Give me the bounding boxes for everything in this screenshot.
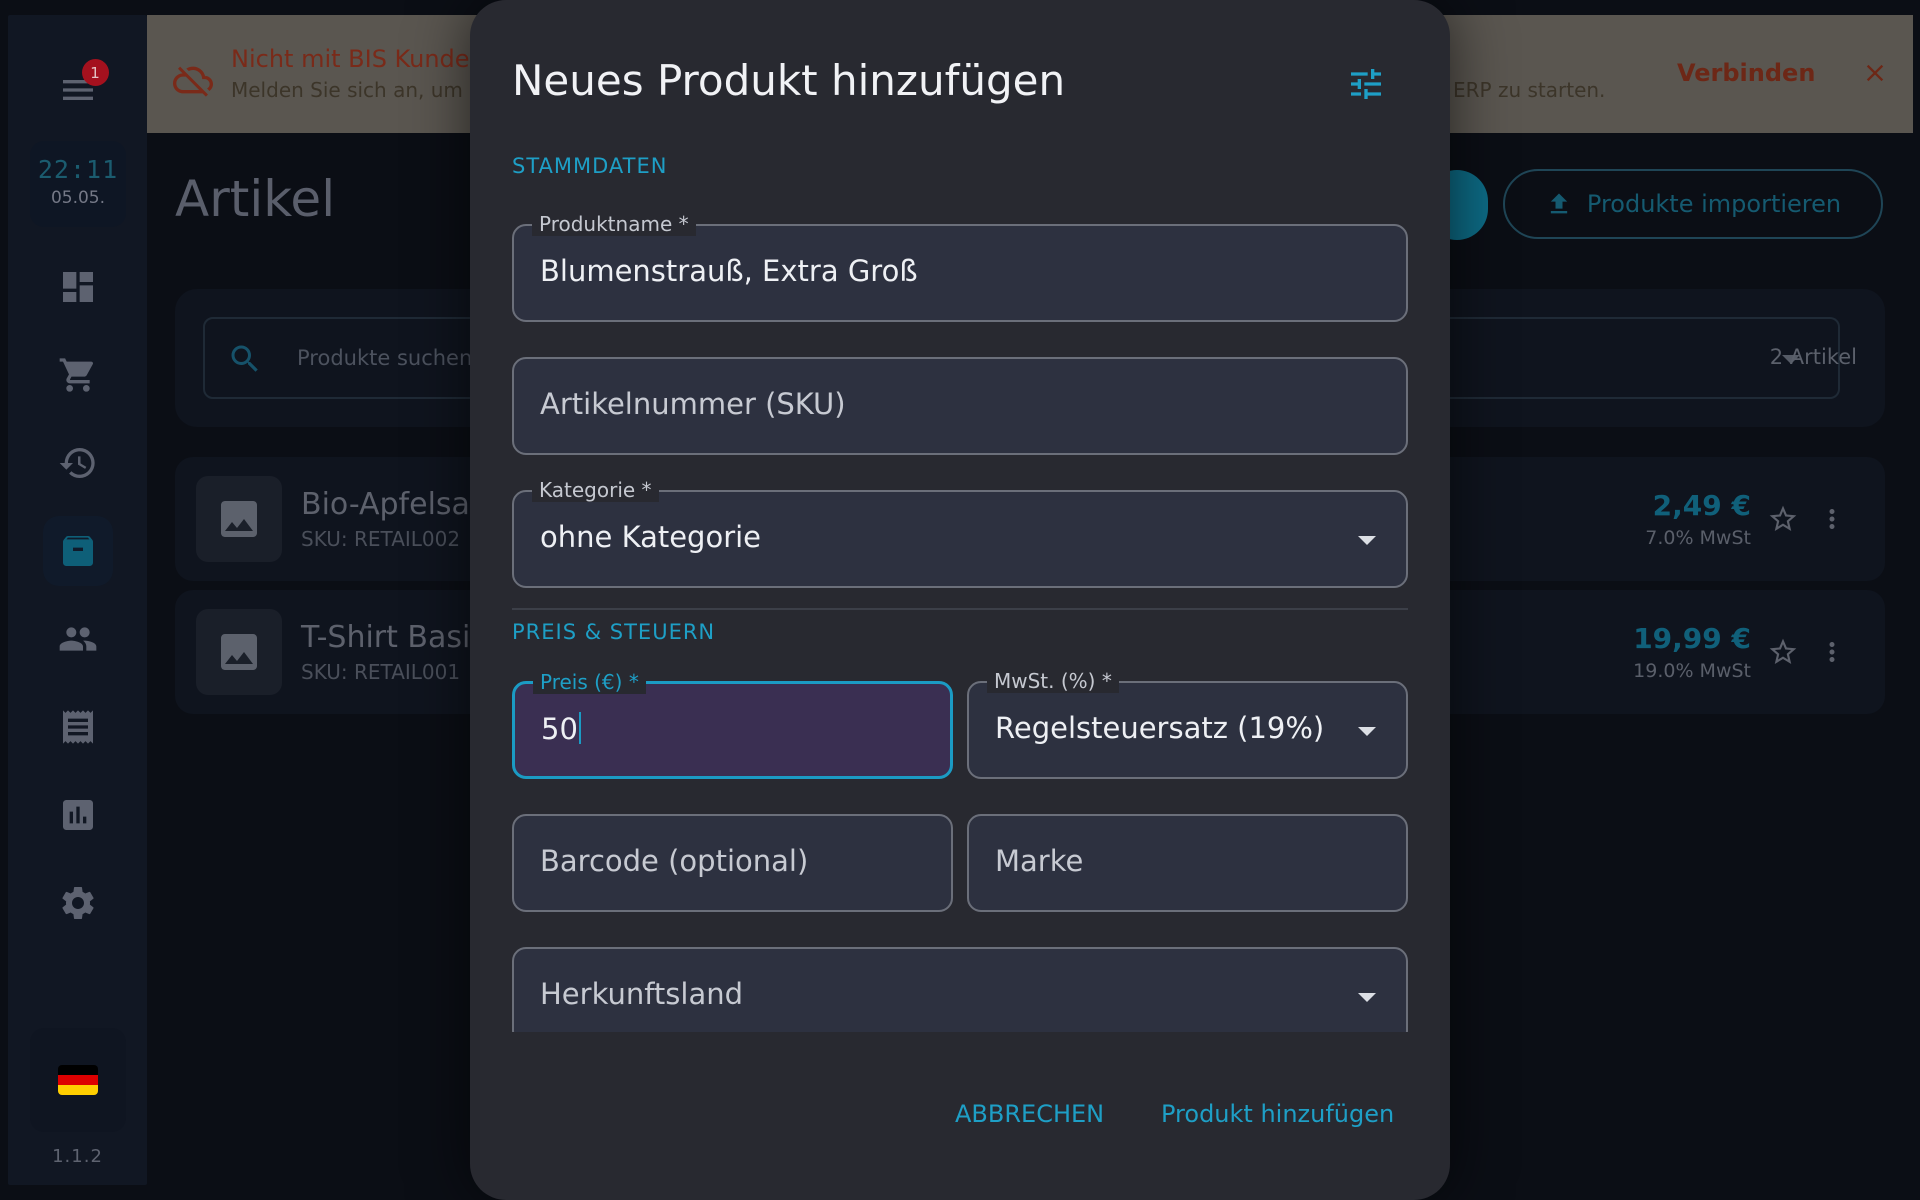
chart-icon <box>62 800 93 830</box>
sidebar-item-sales[interactable] <box>43 340 113 410</box>
dropdown-arrow-icon <box>1358 727 1376 736</box>
origin-country-select[interactable]: Herkunftsland <box>512 947 1408 1045</box>
close-icon[interactable] <box>1861 59 1889 87</box>
product-thumbnail <box>196 609 282 695</box>
dialog-title: Neues Produkt hinzufügen <box>512 56 1066 105</box>
price-value: 50 <box>541 712 578 746</box>
sidebar-item-settings[interactable] <box>43 868 113 938</box>
barcode-field[interactable]: Barcode (optional) <box>512 814 953 912</box>
image-icon <box>221 501 257 537</box>
more-vert-icon[interactable] <box>1817 503 1847 535</box>
vat-label: MwSt. (%) * <box>987 669 1119 693</box>
receipt-icon <box>62 710 93 744</box>
dropdown-arrow-icon <box>1358 536 1376 545</box>
sku-placeholder: Artikelnummer (SKU) <box>540 387 846 421</box>
clock-widget: 22:11 05.05. <box>30 141 126 227</box>
section-price-tax: PREIS & STEUERN <box>512 620 716 644</box>
clock-time: 22:11 <box>37 155 119 184</box>
section-divider <box>512 608 1408 610</box>
cloud-off-icon <box>173 66 213 97</box>
upload-icon <box>1550 193 1568 214</box>
archive-icon <box>62 536 93 566</box>
import-products-label: Produkte importieren <box>1586 190 1842 218</box>
product-price: 19,99 € <box>1633 622 1751 655</box>
language-button[interactable] <box>30 1028 126 1132</box>
import-products-button[interactable]: Produkte importieren <box>1503 169 1883 239</box>
flag-stripe-red <box>58 1075 98 1085</box>
product-sku: SKU: RETAIL002 <box>301 527 461 551</box>
barcode-placeholder: Barcode (optional) <box>540 844 809 878</box>
more-vert-icon[interactable] <box>1817 636 1847 668</box>
connect-button[interactable]: Verbinden <box>1677 59 1815 87</box>
notification-badge: 1 <box>81 59 109 86</box>
flag-stripe-gold <box>58 1085 98 1095</box>
sidebar-item-dashboard[interactable] <box>43 252 113 322</box>
image-icon <box>221 634 257 670</box>
sidebar: 1 22:11 05.05. 1.1.2 <box>8 15 147 1185</box>
product-name-label: Produktname * <box>532 212 696 236</box>
category-value: ohne Kategorie <box>540 520 762 554</box>
product-count: 2 Artikel <box>1769 345 1857 369</box>
product-name-value: Blumenstrauß, Extra Groß <box>540 254 918 288</box>
sidebar-item-history[interactable] <box>43 428 113 498</box>
text-caret <box>578 712 581 744</box>
german-flag-icon <box>58 1065 98 1095</box>
sidebar-item-customers[interactable] <box>43 604 113 674</box>
price-value-wrap: 50 <box>541 712 581 746</box>
product-price: 2,49 € <box>1652 489 1751 522</box>
brand-placeholder: Marke <box>995 844 1084 878</box>
app-version: 1.1.2 <box>52 1146 103 1167</box>
menu-button[interactable]: 1 <box>43 55 113 125</box>
dropdown-arrow-icon <box>1358 993 1376 1002</box>
banner-title: Nicht mit BIS Kunden <box>231 45 485 73</box>
sidebar-item-products[interactable] <box>42 516 113 586</box>
origin-country-placeholder: Herkunftsland <box>540 977 744 1011</box>
banner-subtitle: Melden Sie sich an, um <box>231 78 463 102</box>
category-label: Kategorie * <box>532 478 659 502</box>
product-tax: 7.0% MwSt <box>1645 527 1751 549</box>
category-select[interactable]: Kategorie * ohne Kategorie <box>512 478 1408 588</box>
search-icon <box>231 345 258 372</box>
sidebar-item-reports[interactable] <box>43 780 113 850</box>
people-icon <box>59 627 96 651</box>
product-sku: SKU: RETAIL001 <box>301 660 461 684</box>
star-icon[interactable] <box>1767 503 1799 535</box>
tune-icon[interactable] <box>1346 64 1386 104</box>
add-product-submit-button[interactable]: Produkt hinzufügen <box>1161 1100 1394 1128</box>
vat-value: Regelsteuersatz (19%) <box>995 711 1325 745</box>
product-name-field[interactable]: Produktname * Blumenstrauß, Extra Groß <box>512 212 1408 322</box>
sidebar-item-receipts[interactable] <box>43 692 113 762</box>
product-thumbnail <box>196 476 282 562</box>
star-icon[interactable] <box>1767 636 1799 668</box>
cancel-button[interactable]: ABBRECHEN <box>955 1100 1104 1128</box>
search-input[interactable]: Produkte suchen <box>203 317 493 399</box>
history-icon <box>59 448 95 478</box>
dashboard-icon <box>62 272 93 302</box>
search-placeholder: Produkte suchen <box>297 346 473 370</box>
settings-icon <box>61 887 94 919</box>
brand-field[interactable]: Marke <box>967 814 1408 912</box>
banner-subtitle-end: ERP zu starten. <box>1453 78 1606 102</box>
price-field[interactable]: Preis (€) * 50 <box>512 670 953 779</box>
sku-field[interactable]: Artikelnummer (SKU) <box>512 357 1408 455</box>
product-name: T-Shirt Basi <box>301 620 471 655</box>
price-label: Preis (€) * <box>533 670 646 694</box>
clock-date: 05.05. <box>50 188 106 208</box>
vat-select[interactable]: MwSt. (%) * Regelsteuersatz (19%) <box>967 669 1408 779</box>
cart-icon <box>59 358 93 392</box>
page-title: Artikel <box>175 170 336 228</box>
scroll-clip <box>470 1032 1450 1072</box>
add-product-dialog: Neues Produkt hinzufügen STAMMDATEN Prod… <box>470 0 1450 1200</box>
flag-stripe-black <box>58 1065 98 1075</box>
product-tax: 19.0% MwSt <box>1633 660 1751 682</box>
product-name: Bio-Apfelsa <box>301 487 470 522</box>
section-master-data: STAMMDATEN <box>512 154 668 178</box>
